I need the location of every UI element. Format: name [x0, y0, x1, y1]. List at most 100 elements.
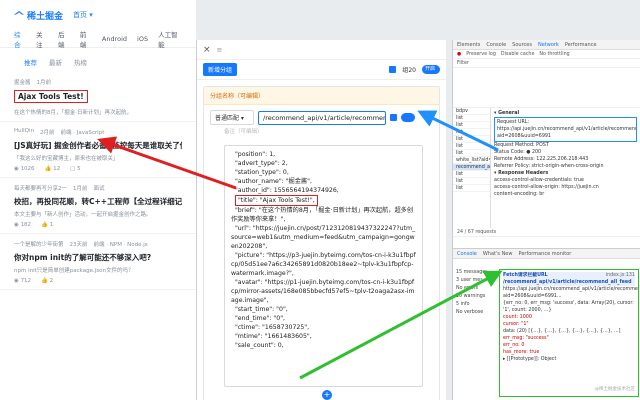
request-row[interactable]: list: [453, 185, 490, 192]
request-row-selected[interactable]: recommend_all_feed: [453, 164, 490, 171]
panel-toolbar: 新增分组 组20 开启: [197, 60, 446, 80]
item-tags[interactable]: 前端 · NPM · Node.js: [94, 240, 148, 248]
log-line[interactable]: {err_no: 0, err_msg: 'success', data: Ar…: [503, 300, 635, 314]
nav-item-6[interactable]: 人工智能: [158, 29, 182, 49]
referrer-policy: Referrer Policy: strict-origin-when-cros…: [494, 164, 604, 169]
add-rule-button[interactable]: +: [322, 390, 332, 400]
request-list: bdpv list list list list list list white…: [453, 108, 491, 228]
thumb-icon[interactable]: 👍: [41, 278, 50, 284]
list-item[interactable]: 一个是解的少年街第 23天前 前端 · NPM · Node.js 你对npm …: [0, 234, 196, 290]
record-icon[interactable]: ●: [457, 52, 461, 57]
tab-latest[interactable]: 最新: [49, 57, 62, 67]
request-row[interactable]: white_list?aid=...: [453, 157, 490, 164]
thumb-icon[interactable]: 👍: [41, 222, 50, 228]
nav-item-5[interactable]: iOS: [137, 35, 148, 43]
item-author[interactable]: HullQin: [14, 128, 34, 136]
response-headers-section[interactable]: ▾ Response Headers: [494, 170, 637, 177]
home-dropdown[interactable]: 首页 ▾: [73, 10, 93, 20]
group-checkbox[interactable]: [389, 66, 397, 73]
verbose-filter[interactable]: No verbose: [453, 309, 493, 317]
preserve-log[interactable]: Preserve log: [466, 52, 496, 57]
console-sidebar: 15 messages 3 user mes... No errors 10 w…: [453, 269, 493, 317]
close-icon[interactable]: ×: [203, 45, 211, 55]
site-header: 稀土掘金 首页 ▾: [0, 0, 196, 30]
item-title-highlighted[interactable]: Ajax Tools Test!: [14, 90, 88, 103]
item-author[interactable]: 一个是解的少年街第: [14, 240, 64, 248]
info-filter[interactable]: 5 info: [453, 301, 493, 309]
filter-input[interactable]: Filter: [457, 61, 469, 66]
item-author[interactable]: 掘金酱: [14, 78, 31, 86]
request-row[interactable]: list: [453, 136, 490, 143]
network-toolbar: ● Preserve log Disable cache No throttli…: [453, 50, 640, 59]
errors-filter[interactable]: No errors: [453, 285, 493, 293]
list-item[interactable]: 每天都要再写分享2一 1月前 面试 校招，再投同花顺，转C++工程师【全过程详细…: [0, 178, 196, 234]
group-label: 组20: [402, 67, 416, 74]
request-row[interactable]: bdpv: [453, 108, 490, 115]
messages-filter[interactable]: 15 messages: [453, 269, 493, 277]
request-row[interactable]: list: [453, 143, 490, 150]
headers-pane: ▾ General Request URL: https://api.jueji…: [491, 108, 640, 228]
tab-sources[interactable]: Sources: [512, 42, 532, 48]
log-line[interactable]: ▸ [[Prototype]]: Object: [503, 356, 635, 363]
item-meta: 掘金酱 1月前: [14, 78, 182, 86]
tab-hot[interactable]: 热榜: [74, 57, 87, 67]
throttling-select[interactable]: No throttling: [539, 52, 569, 57]
tab-recommend[interactable]: 推荐: [24, 57, 37, 67]
nav-item-1[interactable]: 关注: [36, 29, 48, 49]
tab-performance-monitor[interactable]: Performance monitor: [518, 251, 571, 257]
tab-console[interactable]: Console: [486, 42, 506, 48]
enable-toggle[interactable]: 开启: [422, 65, 440, 74]
match-type-select[interactable]: 普通匹配 ▾: [210, 110, 254, 125]
item-time: 1月前: [73, 186, 88, 192]
item-tags[interactable]: 前端 · JavaScript: [61, 128, 105, 136]
tab-network[interactable]: Network: [538, 42, 559, 48]
rule-checkbox[interactable]: [390, 114, 397, 121]
general-section[interactable]: ▾ General: [494, 110, 637, 117]
request-row[interactable]: list: [453, 171, 490, 178]
nav-item-2[interactable]: 后端: [58, 29, 70, 49]
devtools: Elements Console Sources Network Perform…: [452, 40, 640, 400]
nav-item-0[interactable]: 综合: [14, 29, 26, 49]
thumb-icon[interactable]: 👍: [45, 166, 54, 172]
group-name[interactable]: 分组名称（可编辑）: [204, 87, 439, 105]
log-line: err_msg: "success": [503, 336, 549, 341]
response-editor[interactable]: "position": 1, "advert_type": 2, "statio…: [224, 145, 423, 387]
item-title[interactable]: 校招，再投同花顺，转C++工程师【全过程详细记录】: [14, 196, 182, 207]
comments-count: ▢ 5: [70, 166, 81, 172]
tab-performance[interactable]: Performance: [565, 42, 597, 48]
request-method: Request Method: POST: [494, 143, 549, 148]
tab-whats-new[interactable]: What's New: [483, 251, 513, 257]
url-input[interactable]: /recommend_api/v1/article/recommend_all_…: [258, 110, 386, 125]
tab-elements[interactable]: Elements: [457, 42, 480, 48]
request-row[interactable]: list: [453, 115, 490, 122]
disable-cache[interactable]: Disable cache: [501, 52, 535, 57]
rule-toggle[interactable]: [401, 113, 415, 122]
drag-handle-icon[interactable]: ≡: [217, 46, 223, 54]
nav-item-3[interactable]: 前端: [80, 29, 92, 49]
request-row[interactable]: list: [453, 150, 490, 157]
header-line: content-encoding: br: [494, 192, 545, 197]
remark-field[interactable]: 备注（可编辑）: [204, 127, 439, 135]
user-messages-filter[interactable]: 3 user mes...: [453, 277, 493, 285]
log-line[interactable]: data: (20) [{…}, {…}, {…}, {…}, {…}, {…}…: [503, 328, 635, 335]
item-tags[interactable]: 面试: [94, 184, 105, 192]
list-item[interactable]: 掘金酱 1月前 Ajax Tools Test! 在这个热情的8月，「掘金·日新…: [0, 72, 196, 122]
request-row[interactable]: list: [453, 178, 490, 185]
juejin-site: 稀土掘金 首页 ▾ 综合 关注 后端 前端 Android iOS 人工智能 推…: [0, 0, 196, 400]
item-title[interactable]: 你对npm init的了解可能还不够深入吧?: [14, 252, 182, 263]
log-line: has_more: true: [503, 350, 540, 355]
tab-console-drawer[interactable]: Console: [457, 251, 477, 257]
item-author[interactable]: 每天都要再写分享2一: [14, 184, 67, 192]
request-row[interactable]: list: [453, 129, 490, 136]
logo-text: 稀土掘金: [27, 11, 64, 22]
add-group-button[interactable]: 新增分组: [203, 63, 238, 76]
item-time: 2月前: [40, 130, 55, 136]
log-line: err_no: 0: [503, 343, 525, 348]
item-title[interactable]: [JS真好玩] 掘金创作者必备: 监控每天是谁取关了你?: [14, 140, 182, 151]
nav-item-4[interactable]: Android: [102, 35, 127, 43]
log-group-header[interactable]: Fetch请求拦截URL index.js:131: [503, 272, 635, 279]
warnings-filter[interactable]: 10 warnings: [453, 293, 493, 301]
list-item[interactable]: HullQin 2月前 前端 · JavaScript [JS真好玩] 掘金创作…: [0, 122, 196, 178]
request-row[interactable]: list: [453, 122, 490, 129]
juejin-logo[interactable]: 稀土掘金: [14, 9, 63, 22]
